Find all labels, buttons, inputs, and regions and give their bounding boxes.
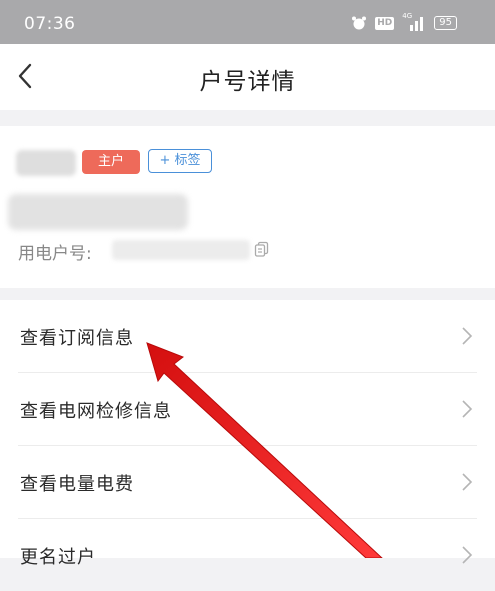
menu-item-label: 更名过户: [20, 547, 96, 568]
redacted-account-name: [16, 150, 76, 176]
account-card: 主户 + 标签 用电户号:: [0, 126, 495, 288]
status-icons: HD 4G 95: [351, 12, 457, 31]
chevron-right-icon: [462, 546, 473, 564]
redacted-address: [8, 194, 188, 230]
chevron-right-icon: [462, 473, 473, 491]
account-number-label: 用电户号:: [18, 244, 92, 264]
chevron-right-icon: [462, 400, 473, 418]
hd-icon: HD: [375, 16, 395, 30]
status-time: 07:36: [24, 14, 76, 34]
redacted-account-number: [112, 240, 250, 260]
signal-icon: 4G: [402, 12, 426, 31]
status-bar: 07:36 HD 4G 95: [0, 0, 495, 44]
menu-item-label: 查看订阅信息: [20, 328, 134, 349]
alarm-icon: [352, 16, 367, 30]
chevron-right-icon: [462, 327, 473, 345]
menu-item-label: 查看电量电费: [20, 474, 134, 495]
battery-icon: 95: [434, 16, 457, 30]
menu-item-subscription[interactable]: 查看订阅信息: [0, 300, 495, 372]
role-badge: 主户: [82, 150, 140, 174]
nav-bar: 户号详情: [0, 44, 495, 110]
page-title: 户号详情: [199, 69, 296, 95]
menu-list: 查看订阅信息 查看电网检修信息 查看电量电费 更名过户: [0, 300, 495, 568]
add-tag-button[interactable]: + 标签: [148, 149, 212, 173]
copy-icon[interactable]: [254, 241, 270, 257]
menu-item-transfer-ownership[interactable]: 更名过户: [0, 519, 495, 591]
menu-item-label: 查看电网检修信息: [20, 401, 172, 422]
menu-item-grid-maintenance[interactable]: 查看电网检修信息: [0, 373, 495, 445]
menu-item-electricity-bill[interactable]: 查看电量电费: [0, 446, 495, 518]
